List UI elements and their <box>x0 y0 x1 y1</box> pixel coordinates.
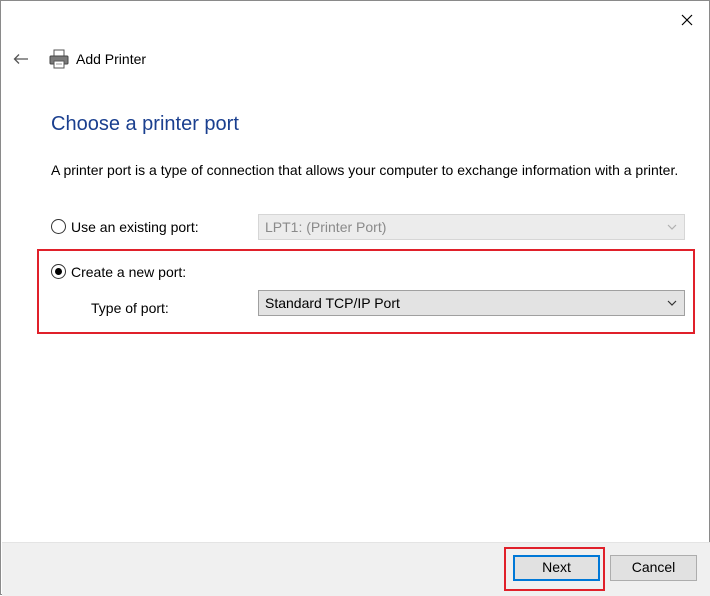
existing-port-dropdown: LPT1: (Printer Port) <box>258 214 685 240</box>
cancel-button[interactable]: Cancel <box>610 555 697 581</box>
back-arrow-icon <box>13 54 28 64</box>
footer-bar: Next Cancel <box>2 542 710 596</box>
port-type-dropdown[interactable]: Standard TCP/IP Port <box>258 290 685 316</box>
new-port-label[interactable]: Create a new port: <box>71 264 186 280</box>
page-description: A printer port is a type of connection t… <box>51 162 679 178</box>
new-port-radio[interactable] <box>51 264 66 279</box>
port-type-label: Type of port: <box>91 300 169 316</box>
chevron-down-icon <box>667 300 677 306</box>
existing-port-label[interactable]: Use an existing port: <box>71 219 199 235</box>
chevron-down-icon <box>667 224 677 230</box>
existing-port-value: LPT1: (Printer Port) <box>265 219 387 235</box>
next-button[interactable]: Next <box>513 555 600 581</box>
close-button[interactable] <box>671 7 703 33</box>
printer-icon <box>49 49 69 69</box>
close-icon <box>681 14 693 26</box>
window-title: Add Printer <box>76 51 147 67</box>
port-type-value: Standard TCP/IP Port <box>265 295 400 311</box>
add-printer-window: Add Printer Choose a printer port A prin… <box>0 0 710 596</box>
back-button[interactable] <box>9 47 33 71</box>
page-title: Choose a printer port <box>51 113 239 135</box>
existing-port-radio[interactable] <box>51 219 66 234</box>
